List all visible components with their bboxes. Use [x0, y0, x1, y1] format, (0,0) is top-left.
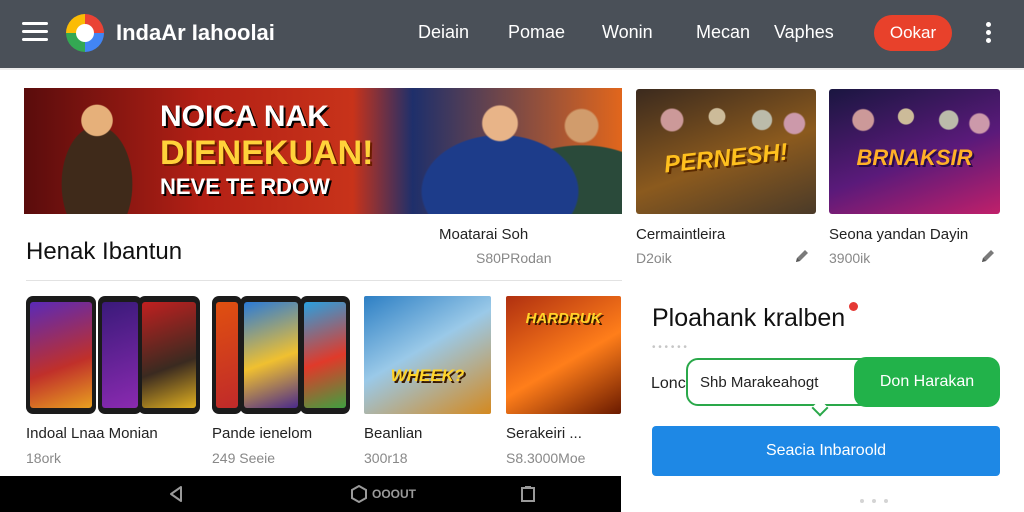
featured-sub-2: 3900ik	[829, 250, 871, 266]
recent-apps-icon[interactable]	[518, 484, 538, 504]
notification-dot-icon	[849, 302, 858, 311]
nav-item-5[interactable]: Vaphes	[774, 22, 834, 43]
app-tile-3[interactable]: WHEEK?	[364, 296, 491, 414]
app-tile-2[interactable]	[212, 296, 350, 414]
section-title: Henak Ibantun	[26, 238, 183, 265]
home-button[interactable]: OOOUT	[350, 484, 420, 504]
app-name-4[interactable]: Serakeiri ...	[506, 425, 582, 442]
app-tile-1[interactable]	[26, 296, 202, 414]
top-app-bar: IndaAr Iahoolai Deiain Pomae Wonin Mecan…	[0, 0, 1024, 68]
hero-banner[interactable]: NOICA NAK DIENEKUAN! NEVE TE RDOW	[24, 88, 622, 214]
home-button-label: OOOUT	[372, 487, 416, 501]
app-name-1[interactable]: Indoal Lnaa Monian	[26, 425, 158, 442]
side-card-hint: • • • • • •	[652, 342, 687, 353]
app-art-title-3: WHEEK?	[390, 366, 465, 385]
hero-headline-1: NOICA NAK	[160, 100, 329, 133]
app-sub-4: S8.3000Moe	[506, 450, 586, 466]
app-title: IndaAr Iahoolai	[116, 20, 275, 45]
input-row-label: Lonc	[651, 375, 686, 392]
hero-characters-image	[404, 88, 622, 214]
phone-screenshot	[26, 296, 96, 414]
nav-item-2[interactable]: Pomae	[508, 22, 565, 43]
more-options-icon[interactable]	[983, 22, 993, 44]
app-tile-4[interactable]: HARDRUK	[506, 296, 621, 414]
phone-screenshot	[240, 296, 302, 414]
home-hexagon-icon	[351, 485, 367, 503]
app-logo-icon[interactable]	[66, 14, 104, 52]
edit-pencil-icon[interactable]	[979, 247, 997, 265]
featured-card-image-1[interactable]: PERNESH!	[636, 89, 816, 214]
app-sub-3: 300r18	[364, 450, 408, 466]
hero-headline-3: NEVE TE RDOW	[160, 174, 330, 199]
hero-character-image	[42, 94, 152, 214]
nav-item-3[interactable]: Wonin	[602, 22, 653, 43]
back-triangle-icon[interactable]	[166, 484, 186, 504]
app-name-3[interactable]: Beanlian	[364, 425, 422, 442]
app-art-title-4: HARDRUK	[525, 310, 602, 327]
hero-meta-sub: S80PRodan	[476, 250, 552, 266]
edit-pencil-icon[interactable]	[793, 247, 811, 265]
phone-screenshot	[138, 296, 200, 414]
phone-screenshot	[98, 296, 142, 414]
top-action-button[interactable]: Ookar	[874, 15, 952, 51]
nav-item-4[interactable]: Mecan	[696, 22, 750, 43]
confirm-button[interactable]: Don Harakan	[854, 357, 1000, 407]
phone-screenshot	[212, 296, 242, 414]
featured-sub-1: D2oik	[636, 250, 672, 266]
hamburger-menu-icon[interactable]	[22, 22, 48, 44]
hero-headline-2: DIENEKUAN!	[160, 134, 374, 172]
system-navigation-bar: OOOUT	[0, 476, 621, 512]
app-sub-1: 18ork	[26, 450, 62, 466]
featured-art-title-2: BRNAKSIR	[856, 145, 973, 170]
featured-title-1: Cermaintleira	[636, 226, 726, 243]
featured-card-image-2[interactable]: BRNAKSIR	[829, 89, 1000, 214]
app-name-2[interactable]: Pande ienelom	[212, 425, 312, 442]
primary-action-button[interactable]: Seacia Inbaroold	[652, 426, 1000, 476]
app-sub-2: 249 Seeie	[212, 450, 276, 466]
phone-screenshot	[300, 296, 350, 414]
section-divider	[26, 280, 622, 281]
hero-meta-title: Moatarai Soh	[439, 226, 529, 243]
featured-title-2: Seona yandan Dayin	[829, 226, 969, 243]
side-card-title: Ploahank kralben	[652, 304, 846, 332]
nav-item-1[interactable]: Deiain	[418, 22, 469, 43]
pagination-dots	[860, 490, 940, 503]
